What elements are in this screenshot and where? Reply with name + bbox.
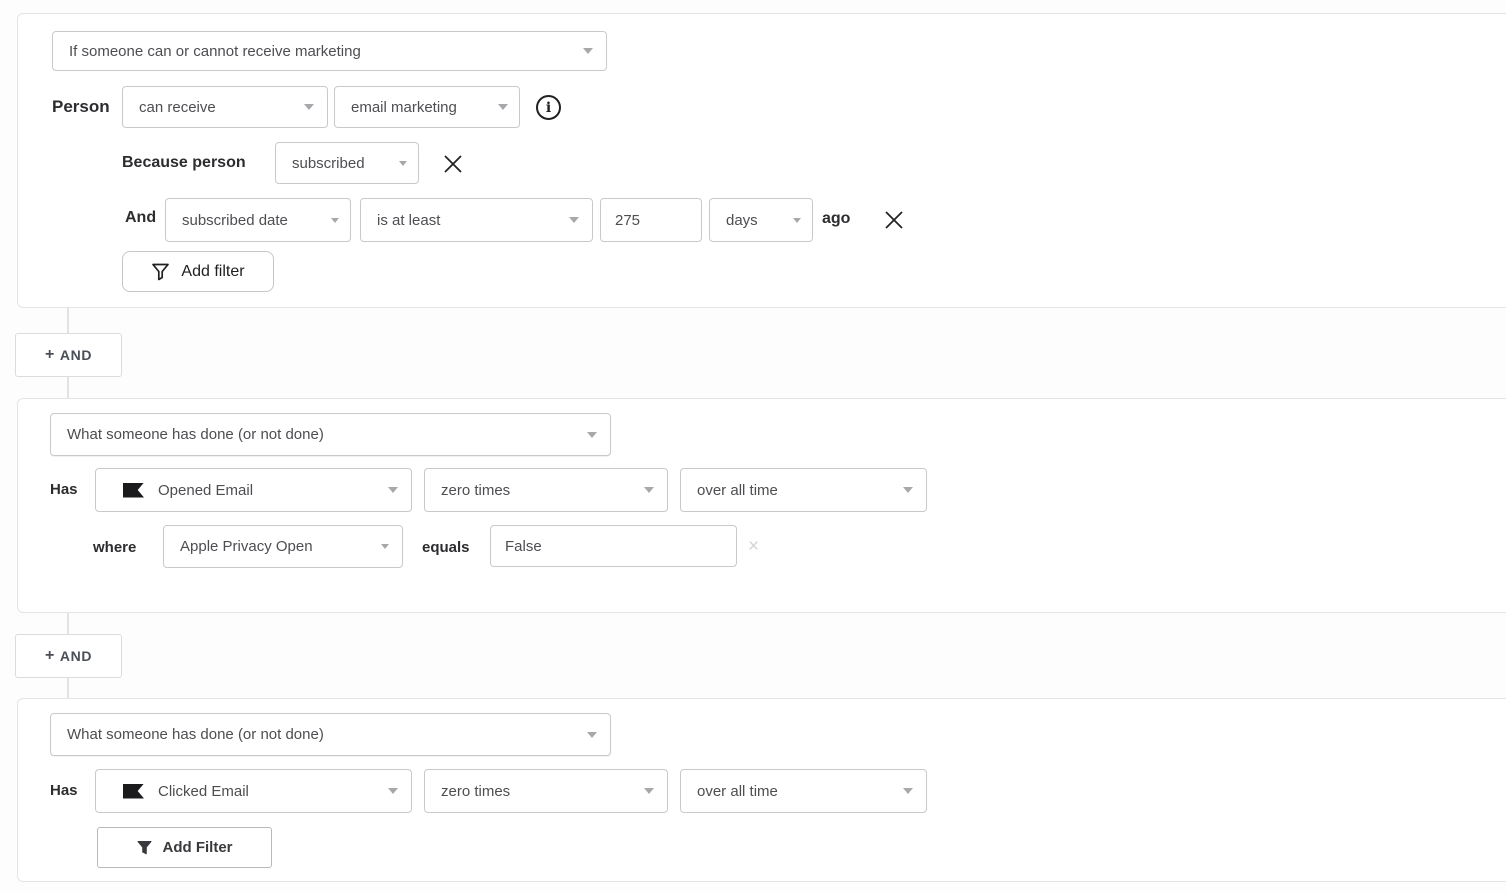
frequency-value: zero times xyxy=(441,482,510,499)
close-icon xyxy=(882,208,906,232)
operator-value: is at least xyxy=(377,212,440,229)
condition-type-dropdown-3[interactable]: What someone has done (or not done) xyxy=(50,713,611,756)
channel-value: email marketing xyxy=(351,99,457,116)
where-label: where xyxy=(93,539,136,556)
add-filter-button[interactable]: Add filter xyxy=(122,251,274,292)
info-icon-glyph: i xyxy=(546,100,551,116)
funnel-icon xyxy=(137,840,152,856)
and-connector-button[interactable]: + AND xyxy=(15,333,122,377)
condition-type-value: What someone has done (or not done) xyxy=(67,726,324,743)
chevron-down-icon xyxy=(381,544,389,549)
reason-value: subscribed xyxy=(292,155,365,172)
funnel-icon xyxy=(151,262,170,282)
close-icon: × xyxy=(748,536,759,557)
chevron-down-icon xyxy=(331,218,339,223)
chevron-down-icon xyxy=(388,788,398,794)
event-dropdown[interactable]: Opened Email xyxy=(95,468,412,512)
and-label: AND xyxy=(60,347,92,363)
ago-label: ago xyxy=(822,210,850,228)
and-connector-button[interactable]: + AND xyxy=(15,634,122,678)
event-attribute-value: Apple Privacy Open xyxy=(180,538,313,555)
frequency-dropdown[interactable]: zero times xyxy=(424,468,668,512)
has-label: Has xyxy=(50,481,78,498)
unit-dropdown[interactable]: days xyxy=(709,198,813,242)
event-attribute-dropdown[interactable]: Apple Privacy Open xyxy=(163,525,403,568)
event-flag-icon xyxy=(123,784,144,799)
timeframe-value: over all time xyxy=(697,482,778,499)
reason-dropdown[interactable]: subscribed xyxy=(275,142,419,184)
frequency-value: zero times xyxy=(441,783,510,800)
chevron-down-icon xyxy=(644,487,654,493)
preference-dropdown[interactable]: can receive xyxy=(122,86,328,128)
plus-icon: + xyxy=(45,647,55,665)
preference-value: can receive xyxy=(139,99,216,116)
because-person-label: Because person xyxy=(122,154,246,172)
chevron-down-icon xyxy=(793,218,801,223)
attribute-dropdown[interactable]: subscribed date xyxy=(165,198,351,242)
attribute-value: subscribed date xyxy=(182,212,288,229)
unit-value: days xyxy=(726,212,758,229)
equals-label: equals xyxy=(422,539,470,556)
frequency-dropdown[interactable]: zero times xyxy=(424,769,668,813)
timeframe-dropdown[interactable]: over all time xyxy=(680,468,927,512)
chevron-down-icon xyxy=(583,48,593,54)
event-value: Opened Email xyxy=(158,482,253,499)
chevron-down-icon xyxy=(388,487,398,493)
event-value: Clicked Email xyxy=(158,783,249,800)
condition-type-value: What someone has done (or not done) xyxy=(67,426,324,443)
info-icon[interactable]: i xyxy=(536,95,561,120)
add-filter-label: Add Filter xyxy=(163,839,233,856)
close-icon xyxy=(441,152,465,176)
chevron-down-icon xyxy=(903,487,913,493)
remove-condition-row-button[interactable] xyxy=(441,152,465,176)
event-attribute-value-input[interactable] xyxy=(490,525,737,567)
add-filter-label: Add filter xyxy=(181,263,244,281)
plus-icon: + xyxy=(45,346,55,364)
event-flag-icon xyxy=(123,483,144,498)
condition-type-value: If someone can or cannot receive marketi… xyxy=(69,43,361,60)
chevron-down-icon xyxy=(498,104,508,110)
has-label: Has xyxy=(50,782,78,799)
remove-event-filter-icon[interactable]: × xyxy=(748,537,759,556)
operator-dropdown[interactable]: is at least xyxy=(360,198,593,242)
timeframe-dropdown[interactable]: over all time xyxy=(680,769,927,813)
condition-type-dropdown-1[interactable]: If someone can or cannot receive marketi… xyxy=(52,31,607,71)
person-label: Person xyxy=(52,97,110,117)
remove-condition-row-button[interactable] xyxy=(882,208,906,232)
chevron-down-icon xyxy=(644,788,654,794)
and-label: And xyxy=(125,209,156,227)
chevron-down-icon xyxy=(399,161,407,166)
chevron-down-icon xyxy=(587,732,597,738)
value-input[interactable] xyxy=(600,198,702,242)
chevron-down-icon xyxy=(569,217,579,223)
chevron-down-icon xyxy=(304,104,314,110)
timeframe-value: over all time xyxy=(697,783,778,800)
condition-type-dropdown-2[interactable]: What someone has done (or not done) xyxy=(50,413,611,456)
add-filter-button[interactable]: Add Filter xyxy=(97,827,272,868)
event-dropdown[interactable]: Clicked Email xyxy=(95,769,412,813)
chevron-down-icon xyxy=(903,788,913,794)
and-label: AND xyxy=(60,648,92,664)
channel-dropdown[interactable]: email marketing xyxy=(334,86,520,128)
chevron-down-icon xyxy=(587,432,597,438)
